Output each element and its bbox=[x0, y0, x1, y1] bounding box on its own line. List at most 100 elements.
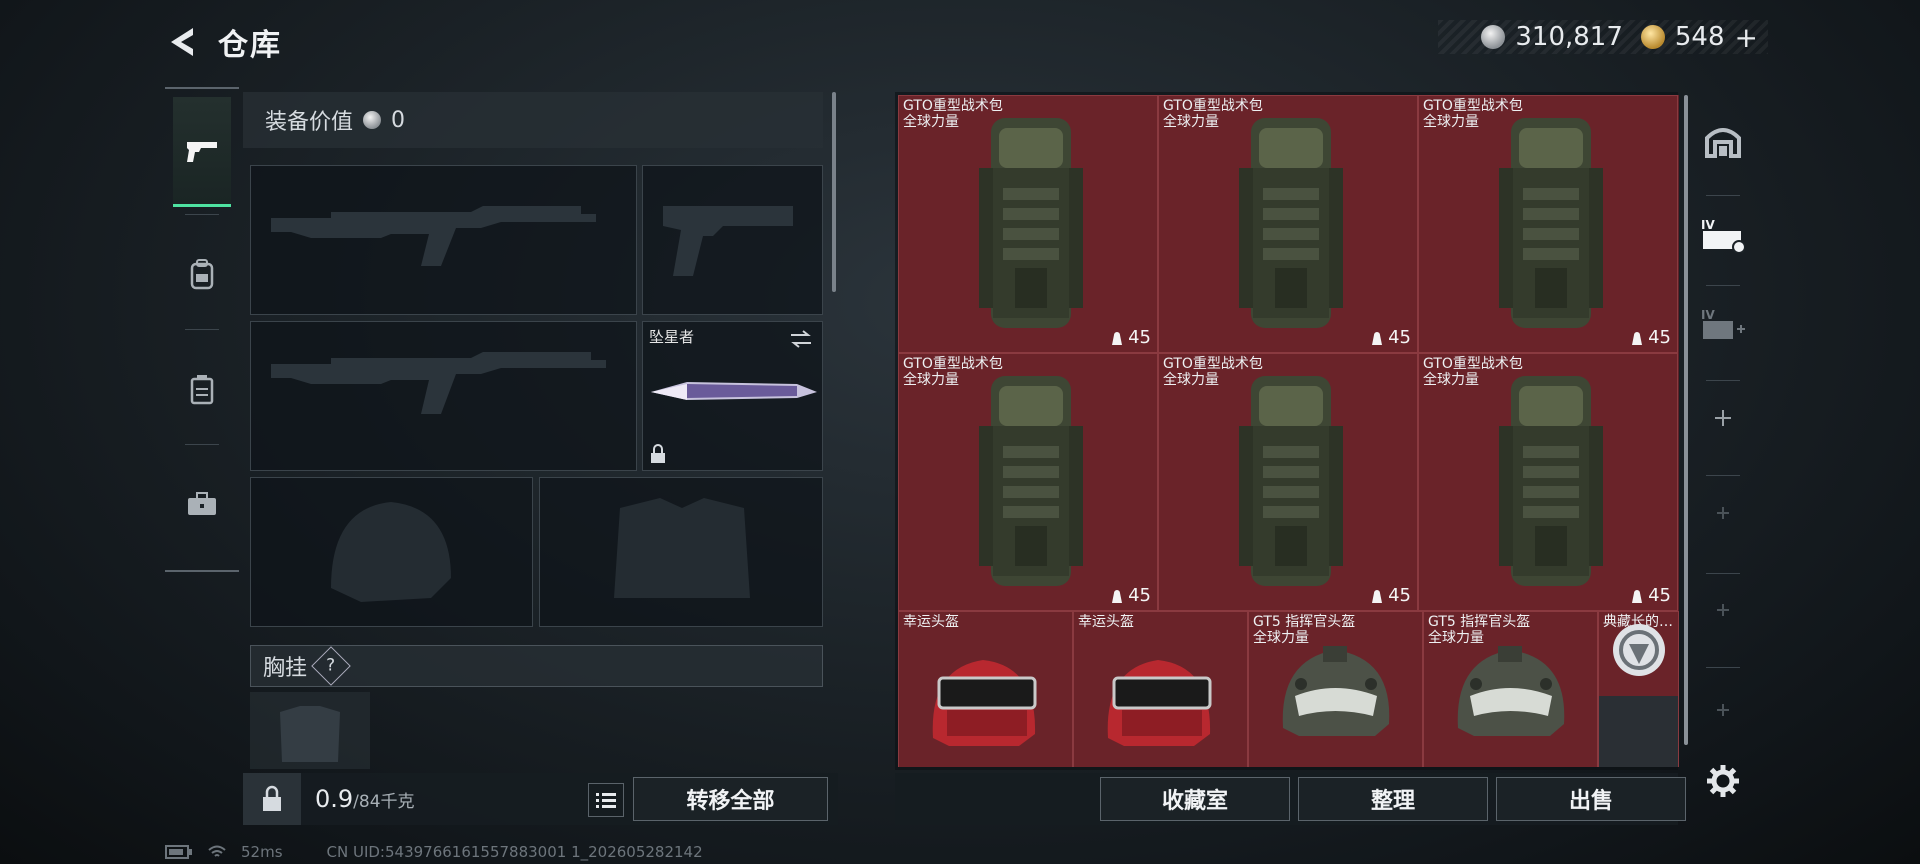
warehouse-item-helmet[interactable]: GT5 指挥官头盔 全球力量 bbox=[1423, 611, 1598, 767]
rifle-silhouette-icon bbox=[271, 206, 596, 266]
third-weapon-slot[interactable] bbox=[250, 321, 637, 471]
warehouse-item-backpack[interactable]: GTO重型战术包 全球力量 45 bbox=[898, 353, 1158, 611]
backpack-item-icon bbox=[1499, 376, 1603, 586]
item-name: GTO重型战术包 bbox=[1163, 356, 1263, 372]
battery-icon bbox=[165, 845, 192, 859]
capacity-value: 45 bbox=[1388, 585, 1411, 606]
warehouse-item-backpack[interactable]: GTO重型战术包 全球力量 45 bbox=[1158, 353, 1418, 611]
list-view-button[interactable] bbox=[588, 783, 624, 817]
lock-icon bbox=[651, 444, 665, 463]
shelter-icon bbox=[1705, 128, 1741, 158]
melee-slot[interactable]: 坠星者 bbox=[642, 321, 823, 471]
warehouse-item-helmet[interactable]: 幸运头盔 bbox=[898, 611, 1073, 767]
lock-button[interactable] bbox=[243, 773, 301, 825]
transfer-all-button[interactable]: 转移全部 bbox=[633, 777, 828, 821]
helmet-slot[interactable] bbox=[250, 477, 533, 627]
category-weapons-tab[interactable] bbox=[173, 97, 231, 207]
warehouse-item-helmet[interactable]: 幸运头盔 bbox=[1073, 611, 1248, 767]
gold-coin-icon bbox=[1640, 25, 1665, 49]
item-capacity: 45 bbox=[1630, 327, 1671, 348]
armor-slot[interactable] bbox=[539, 477, 823, 627]
warehouse-item-helmet[interactable]: GT5 指挥官头盔 全球力量 bbox=[1248, 611, 1423, 767]
item-name: 幸运头盔 bbox=[1078, 614, 1134, 630]
plus-icon bbox=[1717, 704, 1729, 716]
melee-name: 坠星者 bbox=[649, 328, 695, 346]
page-title: 仓库 bbox=[218, 28, 282, 63]
add-warehouse-button-2[interactable] bbox=[1692, 473, 1754, 553]
category-sidebar bbox=[165, 87, 239, 572]
sort-button[interactable]: 整理 bbox=[1298, 777, 1488, 821]
back-arrow-icon[interactable] bbox=[163, 22, 203, 62]
item-capacity: 45 bbox=[1110, 585, 1151, 606]
plus-icon bbox=[1717, 604, 1729, 616]
backpack-icon bbox=[190, 259, 214, 290]
collection-room-button[interactable]: 收藏室 bbox=[1100, 777, 1290, 821]
add-currency-button[interactable]: + bbox=[1735, 21, 1758, 54]
item-subtitle: 全球力量 bbox=[1423, 372, 1479, 388]
equipment-value-label: 装备价值 bbox=[265, 110, 354, 135]
capacity-value: 45 bbox=[1128, 585, 1151, 606]
iv-add-icon: IV bbox=[1701, 308, 1745, 339]
help-button[interactable]: ? bbox=[311, 646, 351, 686]
warehouse-grid: GTO重型战术包 全球力量 45 GTO重型战术包 全球力量 45 GTO重型战术包 全球… bbox=[898, 95, 1679, 767]
item-capacity: 45 bbox=[1370, 327, 1411, 348]
item-subtitle: 全球力量 bbox=[1428, 630, 1484, 646]
warehouse-item-backpack[interactable]: GTO重型战术包 全球力量 45 bbox=[1418, 353, 1678, 611]
equipment-value: 0 bbox=[391, 107, 406, 133]
add-warehouse-button-3[interactable] bbox=[1692, 570, 1754, 650]
settings-gear-icon[interactable] bbox=[1705, 763, 1741, 799]
category-case-tab[interactable] bbox=[165, 449, 239, 559]
warehouse-item-collectible[interactable]: 典藏长的… bbox=[1598, 611, 1679, 767]
helmet-silhouette-icon bbox=[331, 502, 451, 602]
weight-icon bbox=[1112, 331, 1123, 345]
backpack-item-icon bbox=[1499, 118, 1603, 328]
sell-button[interactable]: 出售 bbox=[1496, 777, 1686, 821]
weight-icon bbox=[1632, 331, 1643, 345]
weight-icon bbox=[1112, 589, 1123, 603]
currency-bar: 310,817 548 + bbox=[1438, 20, 1768, 54]
weight-display: 0.9/84千克 bbox=[315, 785, 415, 813]
item-capacity: 45 bbox=[1370, 585, 1411, 606]
armor-silhouette-icon bbox=[614, 498, 750, 598]
primary-weapon-slot[interactable] bbox=[250, 165, 637, 315]
weight-max: /84千克 bbox=[353, 792, 415, 812]
warehouse-scrollbar[interactable] bbox=[1684, 95, 1688, 745]
warehouse-item-backpack[interactable]: GTO重型战术包 全球力量 45 bbox=[1418, 95, 1678, 353]
iv-text: IV bbox=[1701, 218, 1715, 232]
add-warehouse-button-4[interactable] bbox=[1692, 670, 1754, 750]
list-icon bbox=[596, 793, 616, 808]
backpack-item-icon bbox=[1239, 376, 1343, 586]
category-backpack-tab[interactable] bbox=[165, 219, 239, 329]
weight-value: 0.9 bbox=[315, 785, 354, 813]
weight-icon bbox=[1372, 331, 1383, 345]
commander-helmet-icon bbox=[1282, 646, 1390, 736]
silver-coin-icon bbox=[363, 111, 382, 129]
warehouse-tab-main[interactable] bbox=[1692, 100, 1754, 180]
pistol-icon bbox=[187, 141, 217, 162]
red-helmet-icon bbox=[932, 660, 1037, 746]
backpack-item-icon bbox=[979, 118, 1083, 328]
warehouse-tabs: IV IV bbox=[1692, 95, 1754, 775]
empty-slot[interactable] bbox=[1599, 696, 1678, 767]
capacity-value: 45 bbox=[1648, 327, 1671, 348]
item-capacity: 45 bbox=[1630, 585, 1671, 606]
equipment-scrollbar[interactable] bbox=[832, 92, 836, 292]
warehouse-tab-iv[interactable]: IV bbox=[1692, 195, 1754, 275]
item-name: GTO重型战术包 bbox=[1163, 98, 1263, 114]
warehouse-tab-iv-add[interactable]: IV bbox=[1692, 285, 1754, 365]
warehouse-item-backpack[interactable]: GTO重型战术包 全球力量 45 bbox=[898, 95, 1158, 353]
pistol-silhouette-icon bbox=[663, 206, 793, 276]
ping-value: 52ms bbox=[241, 843, 283, 861]
chest-rig-slot[interactable] bbox=[250, 692, 370, 769]
lock-icon bbox=[263, 785, 281, 811]
chest-rig-silhouette-icon bbox=[280, 706, 340, 762]
item-subtitle: 全球力量 bbox=[1163, 114, 1219, 130]
secondary-weapon-slot[interactable] bbox=[642, 165, 823, 315]
swap-arrows-icon[interactable] bbox=[788, 328, 814, 350]
vest-icon bbox=[190, 375, 214, 405]
item-name: GTO重型战术包 bbox=[1423, 98, 1523, 114]
category-vest-tab[interactable] bbox=[165, 334, 239, 444]
add-warehouse-button-1[interactable] bbox=[1692, 378, 1754, 458]
warehouse-item-backpack[interactable]: GTO重型战术包 全球力量 45 bbox=[1158, 95, 1418, 353]
iv-text-dim: IV bbox=[1701, 308, 1715, 322]
